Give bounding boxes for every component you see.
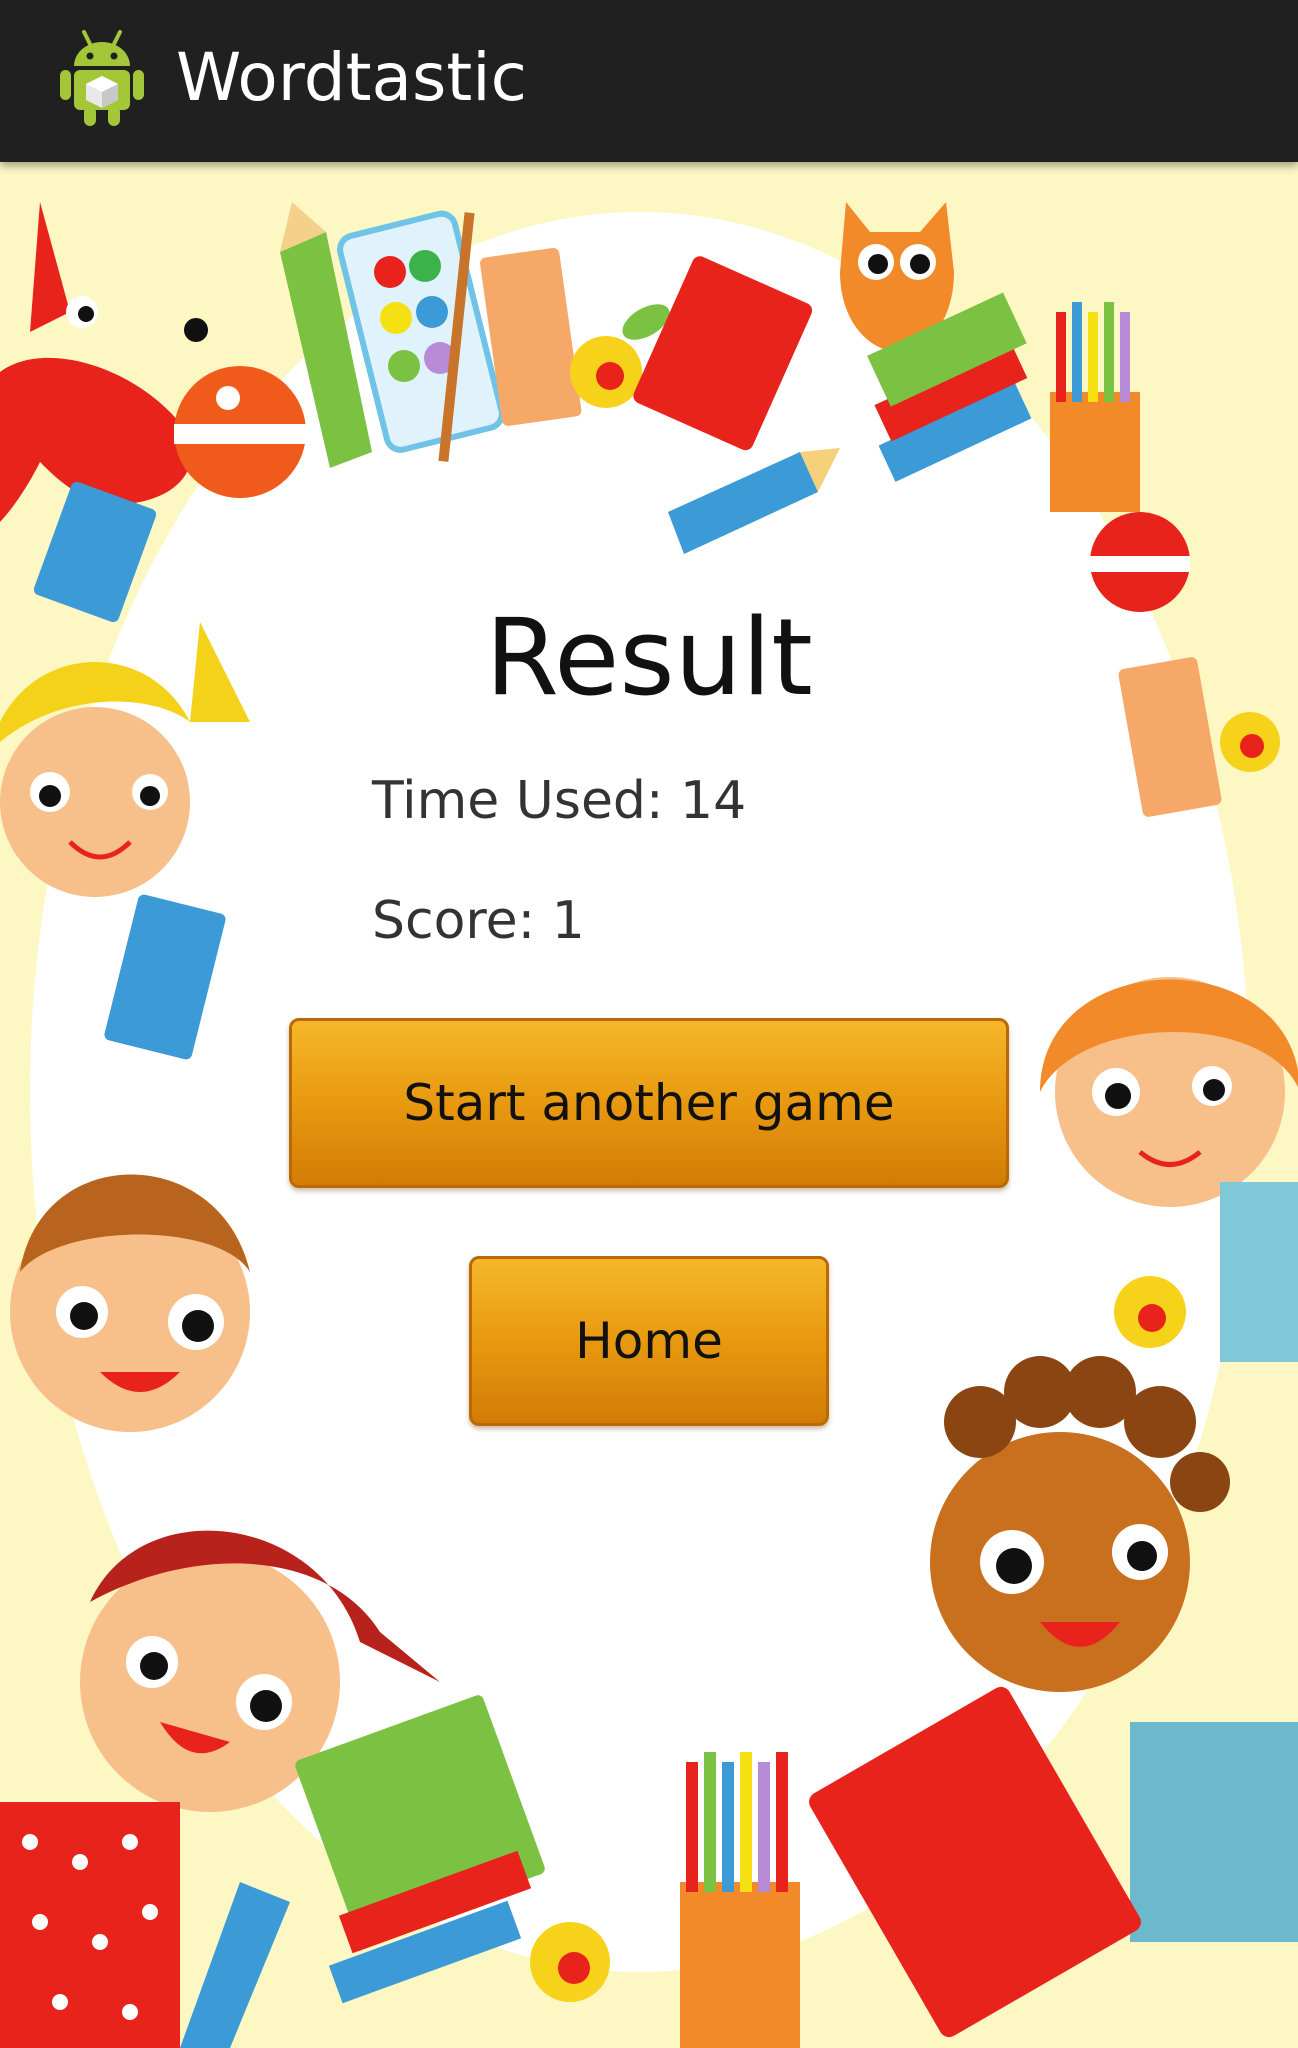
- time-used-text: Time Used: 14: [372, 771, 747, 831]
- app-title: Wordtastic: [176, 39, 527, 116]
- home-button[interactable]: Home: [469, 1256, 829, 1426]
- score-text: Score: 1: [372, 891, 585, 951]
- result-screen: Result Time Used: 14 Score: 1 Start anot…: [0, 162, 1298, 2048]
- android-robot-icon: [56, 26, 148, 130]
- result-title: Result: [485, 596, 813, 719]
- start-another-game-button[interactable]: Start another game: [289, 1018, 1009, 1188]
- action-bar: Wordtastic: [0, 0, 1298, 162]
